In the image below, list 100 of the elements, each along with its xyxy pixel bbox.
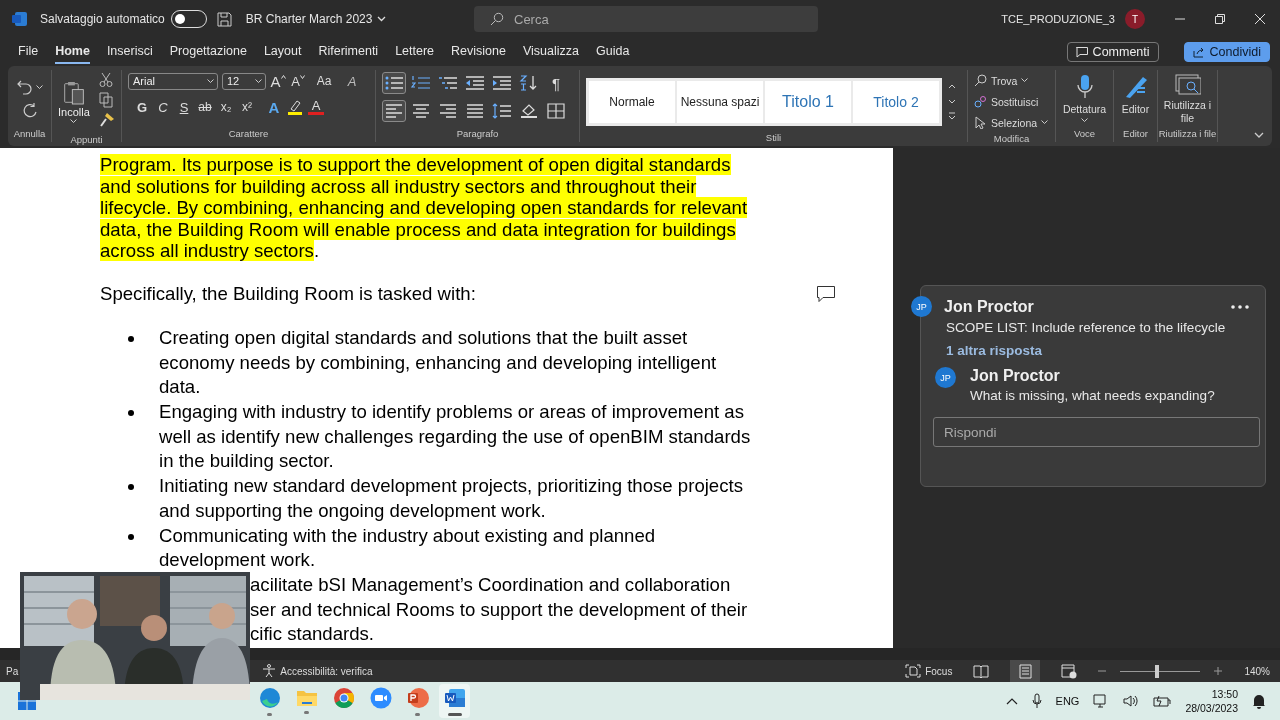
highlighter-icon [287, 99, 303, 115]
print-layout-button[interactable] [1010, 660, 1041, 682]
folder-icon [295, 688, 318, 707]
ribbon-tab[interactable]: Lettere [395, 40, 435, 64]
reply-field[interactable]: Rispondi [933, 417, 1260, 447]
bold-button[interactable]: G [134, 98, 150, 116]
avatar: JP [911, 296, 932, 317]
clock[interactable]: 13:50 28/03/2023 [1185, 687, 1238, 715]
page-icon [1018, 663, 1032, 679]
chevron-up-icon[interactable] [1005, 697, 1018, 705]
ribbon-tab[interactable]: Guida [596, 40, 630, 64]
chevron-down-icon [377, 16, 387, 22]
multilevel-list-icon [438, 75, 458, 91]
align-left-button[interactable] [382, 100, 406, 122]
comment-icon[interactable] [817, 285, 835, 302]
comments-button[interactable]: Commenti [1066, 42, 1159, 62]
list-item: Engaging with industry to identify problems or areas of improvement as well as identify new challenges regarding the use of openBIM standards in the building sector. [159, 400, 752, 474]
underline-button[interactable]: S [176, 98, 192, 116]
redo-icon[interactable] [21, 103, 38, 119]
caret-icon [35, 84, 43, 90]
microphone-icon[interactable] [1031, 693, 1042, 709]
style-option[interactable]: Titolo 1 [765, 81, 851, 123]
zoom-level[interactable]: 140% [1244, 665, 1270, 677]
highlight-button[interactable] [287, 98, 303, 116]
font-size-field[interactable]: 12 [222, 72, 266, 90]
cut-icon[interactable] [98, 72, 113, 88]
ribbon-tab[interactable]: Inserisci [106, 40, 153, 64]
style-option[interactable]: Titolo 2 [853, 81, 939, 123]
caret-icon [255, 78, 262, 84]
ribbon-tab[interactable]: Visualizza [522, 40, 580, 64]
collapse-ribbon-icon[interactable] [1254, 132, 1264, 138]
select-button[interactable]: Seleziona [974, 114, 1049, 131]
copy-icon[interactable] [98, 92, 113, 108]
avatar[interactable]: T [1125, 9, 1145, 29]
ribbon-tab[interactable]: Progettazione [169, 40, 247, 64]
close-icon[interactable] [1255, 14, 1265, 24]
find-button[interactable]: Trova [974, 72, 1029, 89]
style-option[interactable]: Nessuna spazi [677, 81, 763, 123]
list-item: Initiating new standard development projects, prioritizing those projects and supporting the ongoing development work. [159, 474, 744, 523]
grow-font-button[interactable]: A [270, 72, 286, 90]
paint-bucket-icon [519, 103, 539, 119]
restore-icon[interactable] [1215, 14, 1225, 24]
bullets-button[interactable] [382, 72, 406, 94]
caret-icon [207, 78, 214, 84]
ribbon-tab[interactable]: File [18, 40, 39, 64]
taskbar-app-button[interactable] [439, 684, 470, 718]
search-field[interactable]: Cerca [474, 6, 818, 32]
paste-button[interactable]: Incolla [58, 80, 90, 124]
browser-icon [258, 686, 281, 709]
undo-icon[interactable] [16, 79, 33, 95]
reuse-files-button[interactable]: Riutilizza i file [1158, 70, 1217, 128]
page-count-label[interactable]: Pa [6, 665, 19, 677]
accessibility-button[interactable]: Accessibilità: verifica [262, 664, 373, 678]
web-page-icon [1061, 663, 1078, 679]
bullet-icon [128, 484, 134, 491]
ribbon-tab[interactable]: Home [55, 40, 90, 64]
sup-button[interactable]: x² [239, 98, 255, 116]
strike-button[interactable]: ab [197, 98, 213, 116]
replace-button[interactable]: Sostituisci [974, 93, 1039, 110]
word-logo-icon [12, 11, 28, 27]
editor-button[interactable]: Editor [1114, 70, 1157, 128]
group-label: Paragrafo [455, 128, 500, 141]
caret-icon [70, 118, 78, 124]
borders-button[interactable] [544, 100, 568, 122]
format-painter-icon[interactable] [98, 112, 115, 128]
change-case-button[interactable]: Aa [316, 72, 332, 90]
zoom-in-icon[interactable] [1214, 667, 1223, 675]
volume-icon[interactable] [1123, 694, 1140, 708]
shrink-font-button[interactable]: A [290, 72, 306, 90]
comment-text: SCOPE LIST: Include reference to the lifecycle [946, 320, 1227, 335]
effects-button[interactable]: A [266, 98, 282, 116]
more-options-icon[interactable] [1231, 304, 1249, 309]
focus-button[interactable]: Focus [905, 664, 953, 678]
ribbon-tab[interactable]: Layout [263, 40, 302, 64]
account-name: TCE_PRODUZIONE_3 [1001, 13, 1115, 25]
notification-bell-icon[interactable] [1252, 693, 1266, 709]
style-option[interactable]: Normale [589, 81, 675, 123]
marks-button[interactable]: ¶ [544, 72, 568, 94]
clipboard-icon [62, 80, 85, 105]
dictate-button[interactable]: Dettatura [1056, 70, 1113, 128]
color-button[interactable]: A [308, 99, 324, 115]
sub-button[interactable]: x₂ [218, 98, 234, 116]
accessibility-icon [262, 664, 277, 678]
down-caret-icon [299, 75, 305, 79]
line-spacing-icon [492, 103, 512, 119]
caret-icon [1041, 120, 1049, 125]
document-title[interactable]: BR Charter March 2023 [245, 12, 387, 26]
ribbon-tab[interactable]: Revisione [451, 40, 506, 64]
italic-button[interactable]: C [155, 98, 171, 116]
save-icon[interactable] [216, 11, 232, 27]
ribbon-tab[interactable]: Riferimenti [318, 40, 379, 64]
more-replies-link[interactable]: 1 altra risposta [946, 343, 1043, 358]
clear-formatting-button[interactable]: A [344, 72, 360, 90]
share-button[interactable]: Condividi [1183, 42, 1270, 62]
battery-icon[interactable] [1153, 695, 1172, 707]
language-indicator[interactable]: ENG [1055, 695, 1080, 707]
bullet-icon [128, 410, 134, 417]
numbered-list-icon [411, 75, 431, 91]
font-name-field[interactable]: Arial [128, 72, 218, 90]
list-item: Creating open digital standards and solutions that the built asset economy needs by combining, enhancing and developing intelligent data. [159, 325, 718, 400]
